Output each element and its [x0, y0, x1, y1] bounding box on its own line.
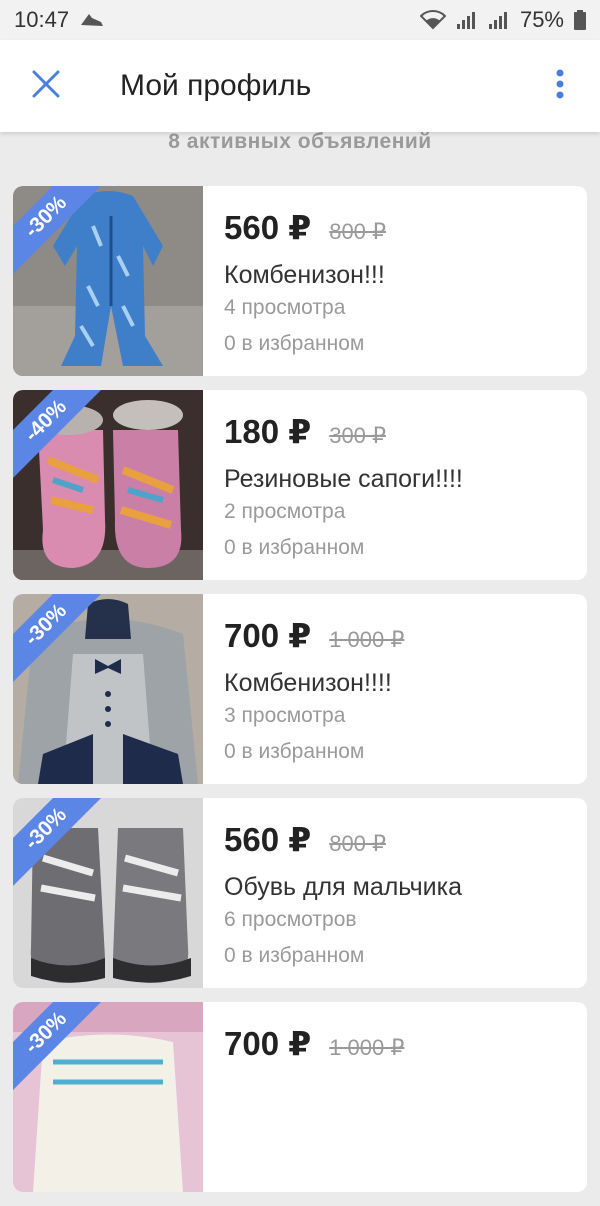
listing-photo: -30%: [13, 186, 203, 376]
listing-card[interactable]: -30% 560 ₽ 800 ₽ Обувь для мальчика 6 пр…: [13, 798, 587, 988]
listing-favorites: 0 в избранном: [224, 944, 365, 967]
listing-photo: -30%: [13, 798, 203, 988]
listing-price: 180 ₽: [224, 413, 312, 450]
status-bar: 10:47 75%: [0, 0, 600, 40]
listing-price: 560 ₽: [224, 821, 312, 858]
listing-price: 700 ₽: [224, 1025, 312, 1062]
listing-photo: -30%: [13, 1002, 203, 1192]
listing-price: 700 ₽: [224, 617, 312, 654]
active-listings-count: 8 активных объявлений: [168, 130, 432, 153]
signal-icon: [488, 10, 510, 30]
listing-old-price: 1 000 ₽: [329, 1035, 405, 1060]
listing-old-price: 300 ₽: [329, 423, 387, 448]
listing-info: 700 ₽ 1 000 ₽ Комбенизон!!!! 3 просмотра…: [203, 594, 587, 784]
listing-card[interactable]: -30% 700 ₽ 1 000 ₽: [13, 1002, 587, 1192]
listing-title: Резиновые сапоги!!!!: [224, 465, 463, 493]
listing-photo: -30%: [13, 594, 203, 784]
listing-views: 4 просмотра: [224, 296, 346, 319]
listing-favorites: 0 в избранном: [224, 332, 365, 355]
sneaker-icon: [79, 11, 105, 29]
wifi-icon: [419, 10, 446, 30]
close-icon: [31, 69, 61, 104]
more-vert-icon: [555, 69, 565, 104]
listing-info: 180 ₽ 300 ₽ Резиновые сапоги!!!! 2 просм…: [203, 390, 587, 580]
listing-card[interactable]: -30% 560 ₽ 800 ₽ Комбенизон!!! 4 просмот…: [13, 186, 587, 376]
listing-card[interactable]: -40% 180 ₽ 300 ₽ Резиновые сапоги!!!! 2 …: [13, 390, 587, 580]
listing-title: Комбенизон!!!!: [224, 669, 392, 697]
listing-views: 6 просмотров: [224, 908, 357, 931]
battery-icon: [574, 10, 586, 30]
close-button[interactable]: [0, 40, 92, 132]
more-button[interactable]: [520, 40, 600, 132]
app-bar: Мой профиль: [0, 40, 600, 132]
listing-info: 700 ₽ 1 000 ₽: [203, 1002, 587, 1192]
listings-list: -30% 560 ₽ 800 ₽ Комбенизон!!! 4 просмот…: [13, 186, 587, 1206]
listing-favorites: 0 в избранном: [224, 536, 365, 559]
listing-favorites: 0 в избранном: [224, 740, 365, 763]
status-time: 10:47: [14, 7, 70, 32]
listing-card[interactable]: -30% 700 ₽ 1 000 ₽ Комбенизон!!!! 3 прос…: [13, 594, 587, 784]
listing-title: Комбенизон!!!: [224, 261, 385, 289]
battery-percent: 75%: [519, 7, 564, 32]
signal-icon: [456, 10, 478, 30]
page-title: Мой профиль: [120, 69, 312, 102]
listing-info: 560 ₽ 800 ₽ Комбенизон!!! 4 просмотра 0 …: [203, 186, 587, 376]
listing-old-price: 800 ₽: [329, 831, 387, 856]
listing-views: 2 просмотра: [224, 500, 346, 523]
listing-old-price: 800 ₽: [329, 219, 387, 244]
listing-photo: -40%: [13, 390, 203, 580]
listing-price: 560 ₽: [224, 209, 312, 246]
listing-title: Обувь для мальчика: [224, 873, 463, 901]
listing-info: 560 ₽ 800 ₽ Обувь для мальчика 6 просмот…: [203, 798, 587, 988]
listing-views: 3 просмотра: [224, 704, 346, 727]
listing-old-price: 1 000 ₽: [329, 627, 405, 652]
